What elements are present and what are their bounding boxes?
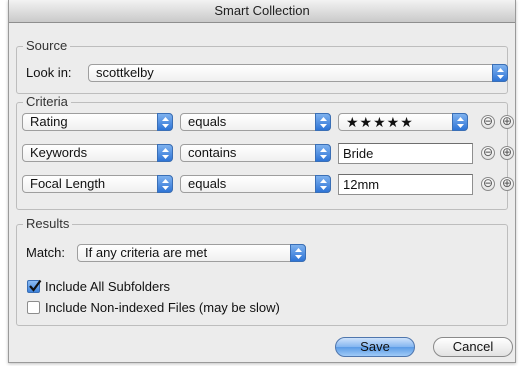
criteria-field-value: Focal Length — [30, 176, 106, 191]
popup-arrows-icon — [157, 144, 173, 162]
criteria-field-popup[interactable]: Keywords — [22, 144, 173, 162]
include-nonindexed-checkbox[interactable] — [27, 301, 40, 314]
cancel-button[interactable]: Cancel — [433, 337, 513, 357]
match-value: If any criteria are met — [85, 245, 208, 260]
results-group: Results Match: If any criteria are met I… — [16, 216, 508, 326]
criteria-operator-value: contains — [188, 145, 237, 160]
save-button[interactable]: Save — [335, 337, 415, 357]
results-legend: Results — [23, 216, 73, 231]
criteria-field-value: Keywords — [30, 145, 88, 160]
criteria-field-popup[interactable]: Rating — [22, 113, 173, 131]
remove-criteria-icon[interactable]: ⊖ — [481, 115, 495, 129]
rating-value-popup[interactable]: ★★★★★ — [338, 113, 468, 131]
criteria-legend: Criteria — [23, 94, 71, 109]
include-nonindexed-label: Include Non-indexed Files (may be slow) — [45, 300, 280, 315]
popup-arrows-icon — [315, 113, 331, 131]
popup-arrows-icon — [157, 175, 173, 193]
look-in-value: scottkelby — [96, 65, 154, 80]
criteria-field-value: Rating — [30, 114, 68, 129]
add-criteria-icon[interactable]: ⊕ — [500, 146, 514, 160]
look-in-label: Look in: — [26, 65, 72, 80]
match-popup[interactable]: If any criteria are met — [77, 244, 306, 262]
focal-length-value-field[interactable]: 12mm — [338, 174, 473, 195]
popup-arrows-icon — [492, 64, 508, 82]
smart-collection-dialog: Smart Collection Source Look in: scottke… — [8, 0, 516, 363]
include-subfolders-label: Include All Subfolders — [45, 279, 171, 294]
popup-arrows-icon — [290, 244, 306, 262]
criteria-field-popup[interactable]: Focal Length — [22, 175, 173, 193]
add-criteria-icon[interactable]: ⊕ — [500, 115, 514, 129]
keywords-value-field[interactable]: Bride — [338, 143, 473, 164]
criteria-operator-popup[interactable]: equals — [180, 113, 331, 131]
popup-arrows-icon — [315, 175, 331, 193]
popup-arrows-icon — [157, 113, 173, 131]
remove-criteria-icon[interactable]: ⊖ — [481, 177, 495, 191]
criteria-operator-popup[interactable]: contains — [180, 144, 331, 162]
include-subfolders-checkbox[interactable] — [27, 279, 42, 293]
source-legend: Source — [23, 38, 71, 53]
criteria-operator-popup[interactable]: equals — [180, 175, 331, 193]
criteria-operator-value: equals — [188, 114, 227, 129]
popup-arrows-icon — [452, 113, 468, 131]
window-title: Smart Collection — [9, 0, 515, 23]
remove-criteria-icon[interactable]: ⊖ — [481, 146, 495, 160]
source-group: Source Look in: scottkelby — [16, 38, 508, 94]
criteria-group: Criteria Rating equals ★★★★★ ⊖ ⊕ Keyword… — [16, 94, 514, 210]
checkmark-icon — [29, 279, 42, 292]
criteria-operator-value: equals — [188, 176, 227, 191]
look-in-popup[interactable]: scottkelby — [88, 64, 508, 82]
match-label: Match: — [26, 245, 66, 260]
popup-arrows-icon — [315, 144, 331, 162]
add-criteria-icon[interactable]: ⊕ — [500, 177, 514, 191]
rating-stars: ★★★★★ — [346, 114, 414, 130]
